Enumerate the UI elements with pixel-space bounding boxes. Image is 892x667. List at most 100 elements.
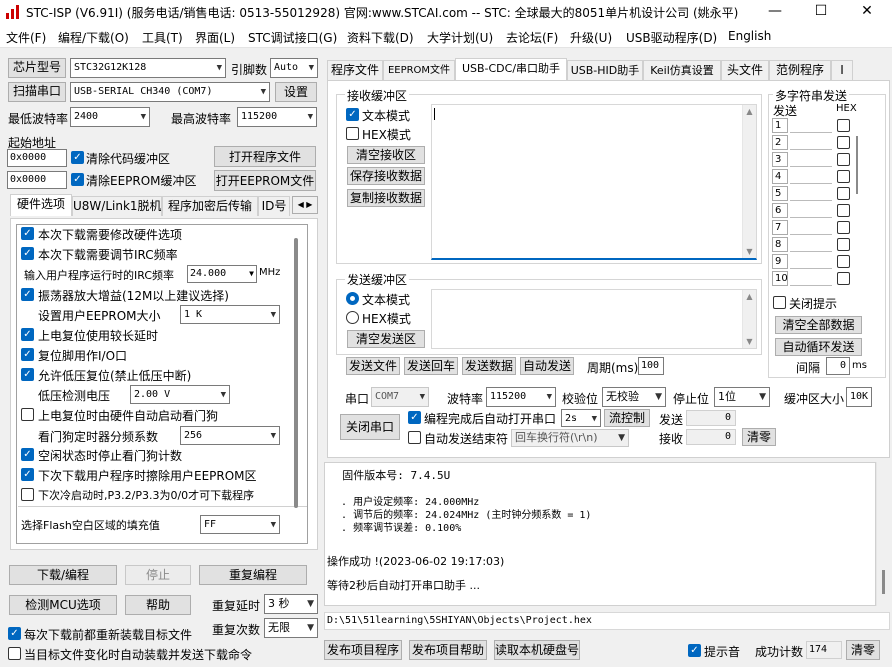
code-address-input[interactable]: 0x0000 [7, 149, 67, 167]
port-select[interactable]: USB-SERIAL CH340 (COM7) ▼ [70, 82, 270, 102]
multi-scrollbar[interactable] [852, 118, 862, 278]
option-adjust-irc-checkbox[interactable]: ✓ [21, 247, 34, 260]
tab-eeprom-file[interactable]: EEPROM文件 [383, 60, 455, 80]
tab-id[interactable]: ID号 [258, 196, 290, 216]
multi-row-hex-checkbox[interactable] [837, 204, 850, 217]
option-lvr-checkbox[interactable]: ✓ [21, 368, 34, 381]
multi-row-hex-checkbox[interactable] [837, 170, 850, 183]
menu-docs[interactable]: 资料下载(D) [347, 29, 414, 46]
irc-frequency-input[interactable]: 24.000 ▼ [187, 265, 257, 283]
multi-row-number[interactable]: 10 [772, 271, 788, 286]
tab-encrypted-transfer[interactable]: 程序加密后传输 [162, 196, 258, 216]
multi-row-hex-checkbox[interactable] [837, 153, 850, 166]
clear-count-button[interactable]: 清零 [742, 428, 776, 446]
reload-before-download-checkbox[interactable]: ✓ [8, 627, 21, 640]
receive-textarea[interactable]: ▲ ▼ [431, 104, 757, 260]
repeat-delay-select[interactable]: 3 秒 ▼ [264, 594, 318, 614]
tab-header-file[interactable]: 头文件 [721, 60, 769, 80]
option-long-reset-checkbox[interactable]: ✓ [21, 328, 34, 341]
send-textarea[interactable]: ▲ ▼ [431, 289, 757, 349]
tab-program-file[interactable]: 程序文件 [327, 60, 383, 80]
multi-row-number[interactable]: 8 [772, 237, 788, 252]
multi-row-number[interactable]: 1 [772, 118, 788, 133]
options-scrollbar[interactable] [294, 238, 298, 508]
scroll-down-icon[interactable]: ▼ [743, 337, 756, 346]
multi-row-input[interactable] [790, 254, 832, 269]
eeprom-address-input[interactable]: 0x0000 [7, 171, 67, 189]
max-baud-select[interactable]: 115200 ▼ [237, 107, 317, 127]
multi-row-input[interactable] [790, 186, 832, 201]
multi-row-number[interactable]: 9 [772, 254, 788, 269]
sound-checkbox[interactable]: ✓ [688, 644, 701, 657]
stop-button[interactable]: 停止 [125, 565, 191, 585]
repeat-program-button[interactable]: 重复编程 [199, 565, 307, 585]
close-tip-checkbox[interactable] [773, 296, 786, 309]
open-eeprom-file-button[interactable]: 打开EEPROM文件 [214, 170, 316, 191]
multi-row-input[interactable] [790, 152, 832, 167]
send-hex-mode-radio[interactable] [346, 311, 359, 324]
option-cold-start-checkbox[interactable] [21, 488, 34, 501]
auto-open-serial-checkbox[interactable]: ✓ [408, 411, 421, 424]
menu-usb-driver[interactable]: USB驱动程序(D) [626, 29, 717, 46]
flash-fill-select[interactable]: FF ▼ [200, 515, 280, 534]
publish-project-button[interactable]: 发布项目程序 [324, 640, 402, 660]
option-modify-hw-checkbox[interactable]: ✓ [21, 227, 34, 240]
serial-port-select[interactable]: COM7 ▼ [371, 387, 429, 407]
tab-examples[interactable]: 范例程序 [769, 60, 831, 80]
multi-row-input[interactable] [790, 203, 832, 218]
multi-row-number[interactable]: 3 [772, 152, 788, 167]
menu-university[interactable]: 大学计划(U) [427, 29, 493, 46]
auto-end-char-checkbox[interactable] [408, 431, 421, 444]
auto-loop-send-button[interactable]: 自动循环发送 [775, 338, 862, 356]
option-wdt-autostart-checkbox[interactable] [21, 408, 34, 421]
menu-tools[interactable]: 工具(T) [142, 29, 183, 46]
multi-row-input[interactable] [790, 169, 832, 184]
settings-button[interactable]: 设置 [275, 82, 317, 102]
scroll-down-icon[interactable]: ▼ [743, 247, 756, 256]
min-baud-select[interactable]: 2400 ▼ [70, 107, 150, 127]
stop-bits-select[interactable]: 1位 ▼ [714, 387, 770, 407]
scroll-up-icon[interactable]: ▲ [743, 292, 756, 301]
tab-u8w-offline[interactable]: U8W/Link1脱机 [72, 196, 162, 216]
option-reset-io-checkbox[interactable]: ✓ [21, 348, 34, 361]
multi-row-number[interactable]: 4 [772, 169, 788, 184]
open-program-file-button[interactable]: 打开程序文件 [214, 146, 316, 167]
clear-success-count-button[interactable]: 清零 [846, 640, 880, 660]
multi-row-number[interactable]: 5 [772, 186, 788, 201]
multi-row-hex-checkbox[interactable] [837, 136, 850, 149]
tab-usb-hid[interactable]: USB-HID助手 [567, 60, 643, 80]
auto-send-button[interactable]: 自动发送 [520, 357, 574, 375]
chip-model-button[interactable]: 芯片型号 [8, 58, 66, 78]
scan-port-button[interactable]: 扫描串口 [8, 82, 66, 102]
close-serial-button[interactable]: 关闭串口 [340, 414, 400, 440]
eeprom-size-select[interactable]: 1 K ▼ [180, 305, 280, 324]
menu-upgrade[interactable]: 升级(U) [570, 29, 612, 46]
parity-select[interactable]: 无校验 ▼ [602, 387, 666, 407]
publish-help-button[interactable]: 发布项目帮助 [409, 640, 487, 660]
baud-rate-select[interactable]: 115200 ▼ [486, 387, 556, 407]
multi-row-number[interactable]: 2 [772, 135, 788, 150]
help-button[interactable]: 帮助 [125, 595, 191, 615]
multi-row-number[interactable]: 6 [772, 203, 788, 218]
multi-row-hex-checkbox[interactable] [837, 255, 850, 268]
multi-row-input[interactable] [790, 118, 832, 133]
multi-row-hex-checkbox[interactable] [837, 187, 850, 200]
interval-input[interactable]: 0 [826, 357, 850, 375]
close-button[interactable]: ✕ [844, 0, 890, 24]
recv-text-mode-checkbox[interactable]: ✓ [346, 108, 359, 121]
multi-row-input[interactable] [790, 220, 832, 235]
save-receive-button[interactable]: 保存接收数据 [347, 167, 425, 185]
clear-code-checkbox[interactable]: ✓ [71, 151, 84, 164]
menu-file[interactable]: 文件(F) [6, 29, 46, 46]
end-char-select[interactable]: 回车换行符(\r\n) ▼ [511, 429, 629, 447]
menu-debug[interactable]: STC调试接口(G) [248, 29, 337, 46]
option-idle-wdt-checkbox[interactable]: ✓ [21, 448, 34, 461]
period-input[interactable]: 100 [638, 357, 664, 375]
tab-keil-debug[interactable]: Keil仿真设置 [643, 60, 721, 80]
auto-open-delay-select[interactable]: 2s ▼ [561, 409, 601, 427]
receive-scrollbar[interactable]: ▲ ▼ [742, 105, 756, 258]
clear-send-button[interactable]: 清空发送区 [347, 330, 425, 348]
send-scrollbar[interactable]: ▲ ▼ [742, 290, 756, 348]
flow-control-button[interactable]: 流控制 [604, 409, 650, 427]
wdt-prescale-select[interactable]: 256 ▼ [180, 426, 280, 445]
